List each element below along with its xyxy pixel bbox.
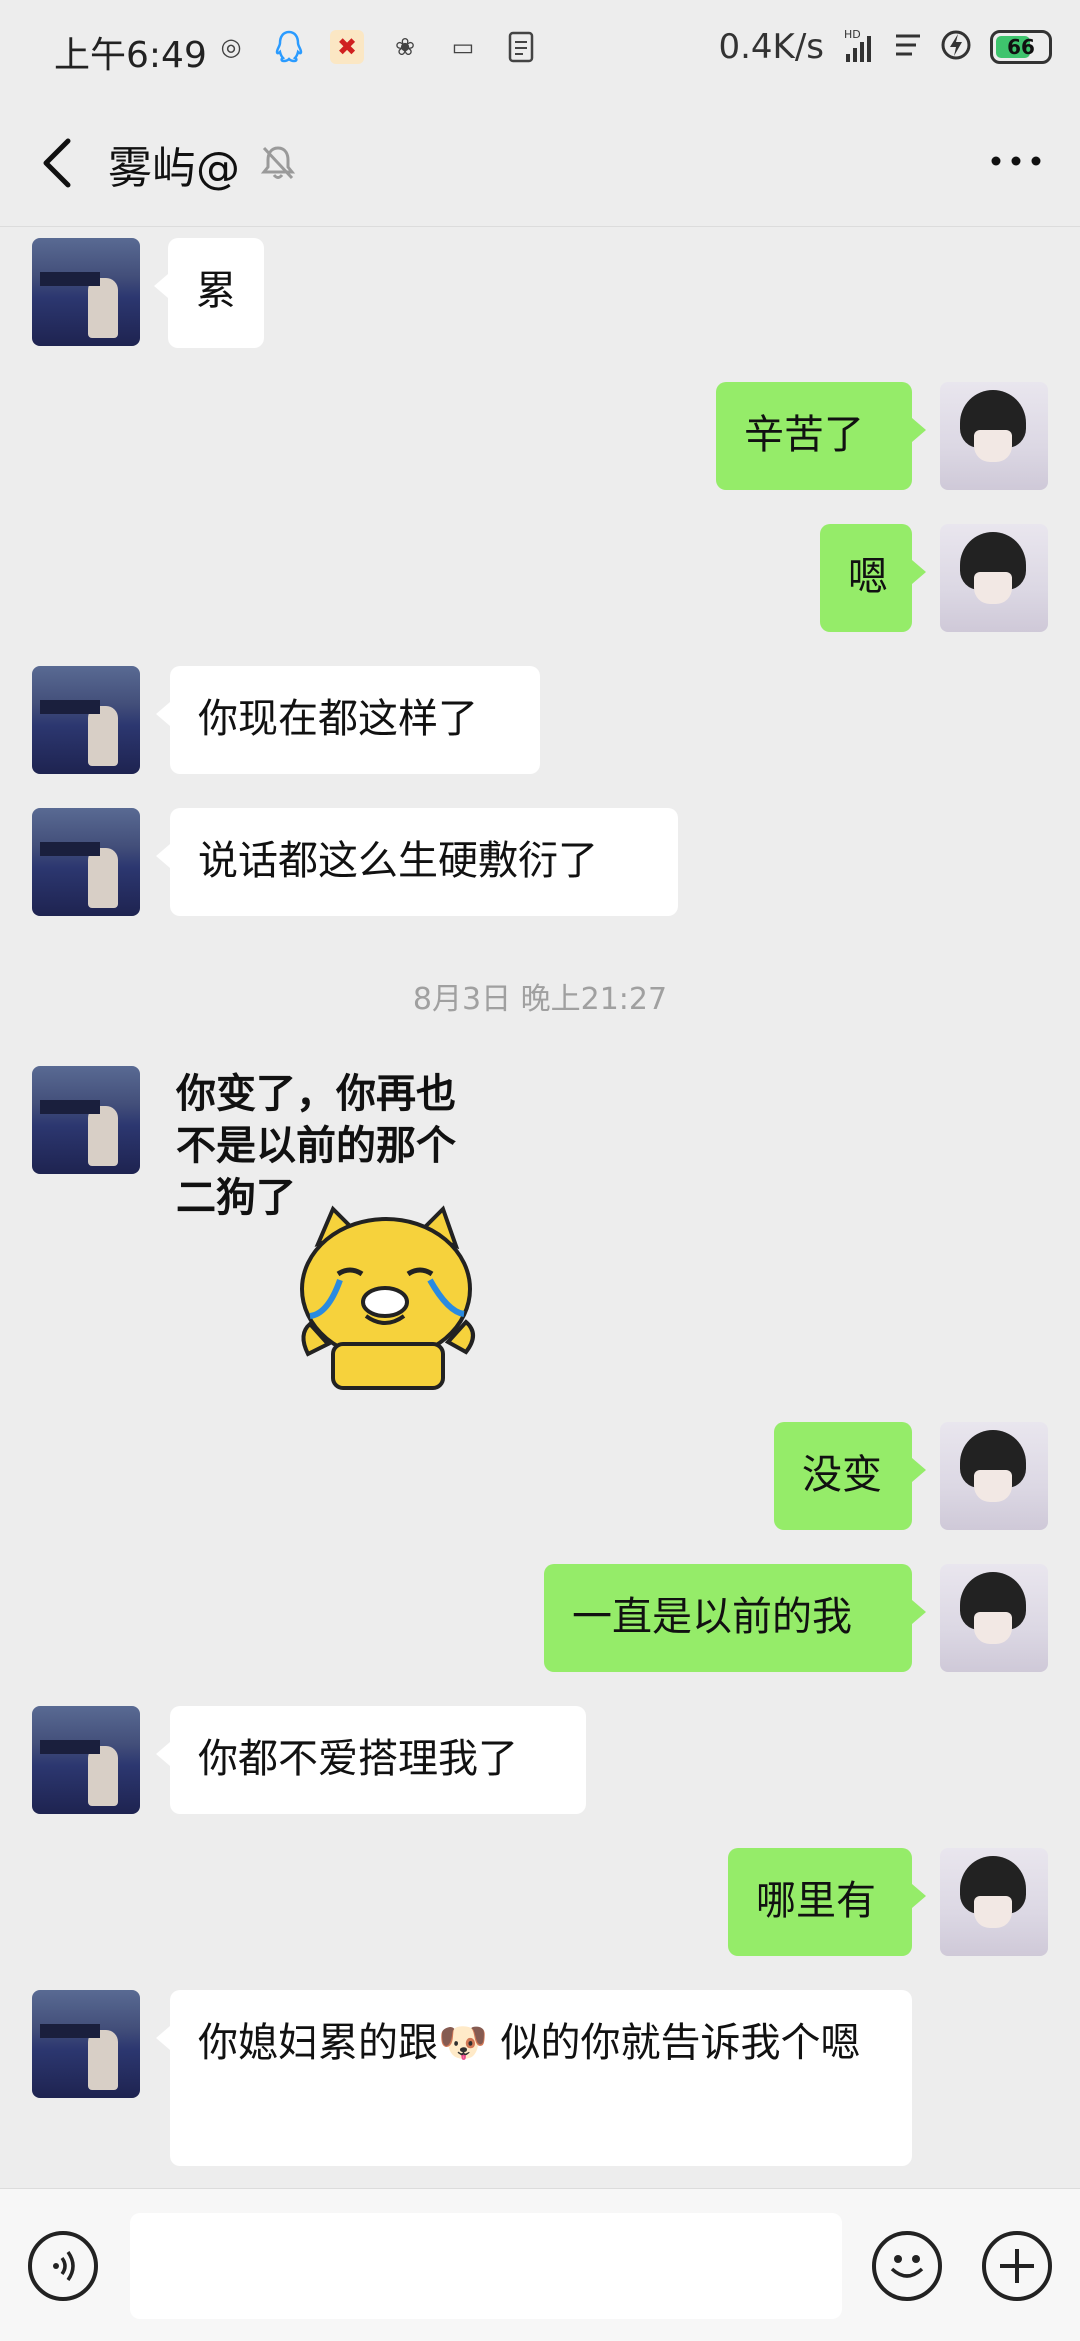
message-bubble-received[interactable]: 说话都这么生硬敷衍了: [156, 808, 678, 916]
crying-cat-sticker-icon: [300, 1205, 475, 1390]
battery-icon: 66: [990, 30, 1052, 64]
voice-icon: [53, 2250, 75, 2282]
my-avatar[interactable]: [940, 1848, 1048, 1956]
menu-lines-icon: [894, 30, 922, 64]
notification-icons: ◎ ✖ ❀ ▭: [214, 30, 538, 64]
contact-avatar[interactable]: [32, 666, 140, 774]
emoji-button[interactable]: [872, 2231, 942, 2301]
more-options-icon[interactable]: [986, 146, 1046, 176]
message-icon: ▭: [451, 33, 475, 61]
my-avatar[interactable]: [940, 382, 1048, 490]
svg-text:HD: HD: [844, 28, 861, 41]
qq-icon: [272, 30, 306, 64]
message-bubble-sent[interactable]: 哪里有: [728, 1848, 926, 1956]
contact-avatar[interactable]: [32, 1706, 140, 1814]
battery-level: 66: [1007, 35, 1035, 59]
message-bubble-sent[interactable]: 嗯: [820, 524, 926, 632]
message-bubble-received[interactable]: 你媳妇累的跟🐶 似的你就告诉我个嗯: [156, 1990, 912, 2166]
back-arrow-icon[interactable]: [34, 135, 84, 191]
my-avatar[interactable]: [940, 1564, 1048, 1672]
status-right: 0.4K/s HD 66: [718, 26, 1052, 68]
message-bubble-received[interactable]: 你现在都这样了: [156, 666, 540, 774]
message-bubble-received[interactable]: 累: [154, 238, 264, 348]
app-icon: ✖: [330, 30, 364, 64]
contact-avatar[interactable]: [32, 238, 140, 346]
contact-avatar[interactable]: [32, 1990, 140, 2098]
emoji-icon: [890, 2255, 924, 2278]
mute-bell-icon: [260, 146, 296, 180]
flower-icon: ❀: [394, 33, 416, 61]
message-timestamp: 8月3日 晚上21:27: [412, 982, 668, 1017]
plus-icon: [1000, 2249, 1034, 2283]
message-input[interactable]: [130, 2213, 842, 2319]
charging-icon: [940, 29, 972, 65]
document-icon: [504, 30, 538, 64]
message-bubble-sent[interactable]: 一直是以前的我: [544, 1564, 926, 1672]
message-bubble-sent[interactable]: 辛苦了: [716, 382, 926, 490]
my-avatar[interactable]: [940, 524, 1048, 632]
voice-input-button[interactable]: [28, 2231, 98, 2301]
contact-avatar[interactable]: [32, 1066, 140, 1174]
contact-avatar[interactable]: [32, 808, 140, 916]
message-bubble-sent[interactable]: 没变: [774, 1422, 926, 1530]
status-time: 上午6:49: [54, 35, 207, 76]
more-functions-button[interactable]: [982, 2231, 1052, 2301]
sticker-message[interactable]: 你变了，你再也 不是以前的那个 二狗了: [168, 1064, 508, 1394]
my-avatar[interactable]: [940, 1422, 1048, 1530]
input-bar: [0, 2188, 1080, 2341]
target-icon: ◎: [220, 33, 242, 61]
net-speed: 0.4K/s: [718, 27, 824, 67]
chat-header: 雾屿@: [0, 100, 1080, 227]
message-bubble-received[interactable]: 你都不爱搭理我了: [156, 1706, 586, 1814]
status-bar: 上午6:49 ◎ ✖ ❀ ▭ 0.4K/s HD 66: [0, 0, 1080, 100]
sticker-caption: 你变了，你再也 不是以前的那个 二狗了: [176, 1071, 456, 1221]
chat-title: 雾屿@: [108, 143, 240, 194]
signal-icon: HD: [842, 26, 876, 68]
